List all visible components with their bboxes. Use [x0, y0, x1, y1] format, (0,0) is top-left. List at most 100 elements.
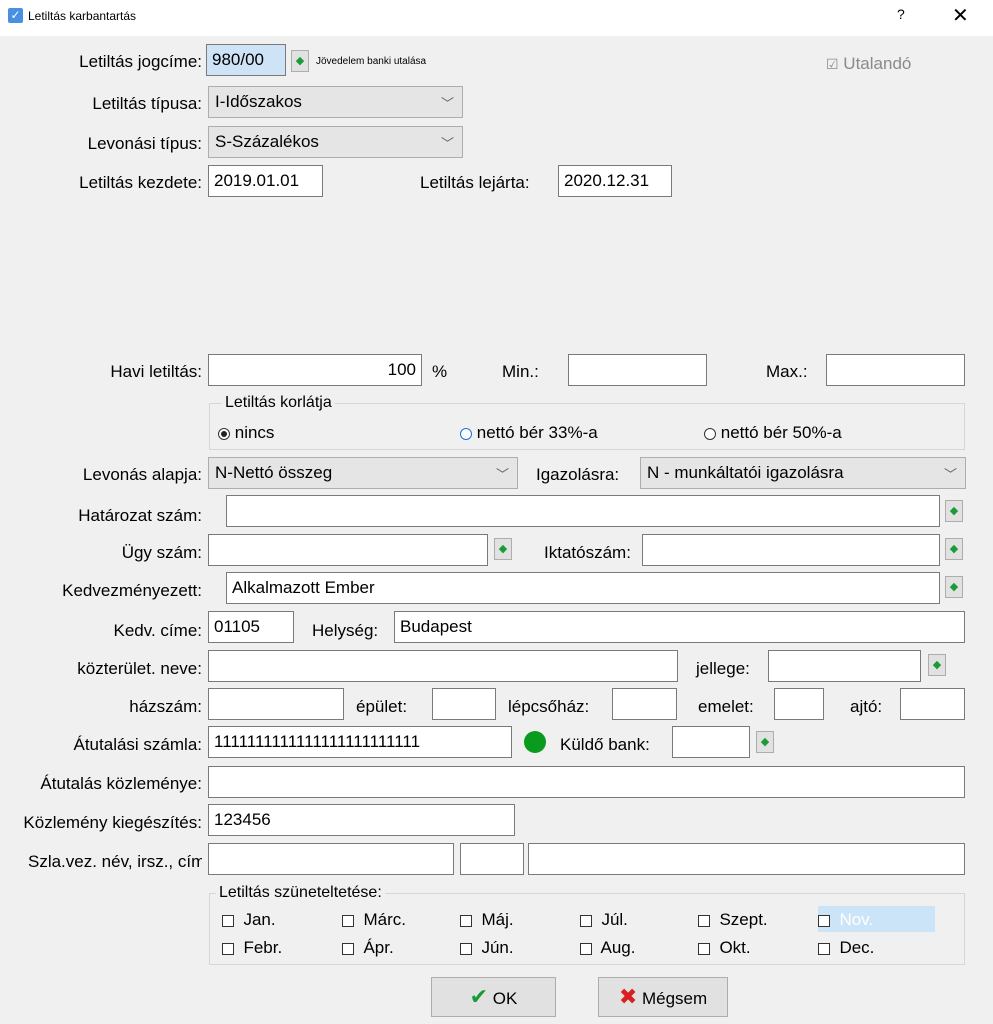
lepcsohaz-label: lépcsőház: — [508, 697, 590, 716]
month-checkbox-jan[interactable]: Jan. — [222, 910, 276, 930]
ajto-input[interactable] — [900, 688, 965, 720]
min-input[interactable] — [568, 354, 707, 386]
chevron-down-icon: ﹀ — [943, 467, 957, 482]
ok-button[interactable]: ✔ OK — [431, 977, 556, 1017]
month-checkbox-jun[interactable]: Jún. — [460, 938, 514, 958]
ugy-label: Ügy szám: — [121, 543, 202, 562]
hatarozat-lookup-button[interactable]: ◆ — [945, 500, 963, 522]
szlavez-label: Szla.vez. név, irsz., cím: — [0, 852, 202, 872]
lejarta-input[interactable]: 2020.12.31 — [558, 165, 672, 197]
tipusa-select[interactable]: I-Időszakos ﹀ — [208, 86, 463, 118]
month-label: Okt. — [719, 938, 751, 957]
month-checkbox-maj[interactable]: Máj. — [460, 910, 514, 930]
szamla-input[interactable]: 1111111111111111111111111 — [208, 726, 512, 758]
havi-unit: % — [432, 362, 448, 381]
emelet-input[interactable] — [774, 688, 824, 720]
app-check-icon: ✓ — [8, 8, 23, 23]
month-checkbox-aug[interactable]: Aug. — [580, 938, 636, 958]
jogcime-input[interactable]: 980/00 — [206, 44, 286, 76]
iktato-lookup-button[interactable]: ◆ — [945, 538, 963, 560]
alapja-select[interactable]: N-Nettó összeg ﹀ — [208, 457, 518, 489]
utalando-label: Utalandó — [843, 54, 912, 73]
szamla-label: Átutalási számla: — [73, 735, 203, 754]
kezdete-input[interactable]: 2019.01.01 — [208, 165, 323, 197]
month-checkbox-apr[interactable]: Ápr. — [342, 938, 394, 958]
jellege-input[interactable] — [768, 650, 921, 682]
radio-icon — [704, 427, 716, 440]
checkbox-icon — [818, 942, 830, 955]
kuldo-lookup-button[interactable]: ◆ — [756, 731, 774, 753]
month-label: Márc. — [363, 910, 406, 929]
helyseg-input[interactable]: Budapest — [394, 611, 965, 643]
jogcime-lookup-button[interactable]: ◆ — [291, 50, 309, 72]
month-label: Febr. — [243, 938, 283, 957]
epulet-input[interactable] — [432, 688, 496, 720]
status-dot-icon — [524, 731, 546, 753]
korlat-option-50[interactable]: nettó bér 50%-a — [704, 423, 842, 443]
chevron-down-icon: ﹀ — [440, 136, 454, 151]
month-checkbox-dec[interactable]: Dec. — [818, 938, 874, 958]
kedv-input[interactable]: Alkalmazott Ember — [226, 572, 940, 604]
ugy-input[interactable] — [208, 534, 488, 566]
month-checkbox-marc[interactable]: Márc. — [342, 910, 406, 930]
korlat-option-33[interactable]: nettó bér 33%-a — [460, 423, 598, 443]
chevron-down-icon: ﹀ — [440, 96, 454, 111]
month-checkbox-szept[interactable]: Szept. — [698, 910, 768, 930]
szlavez-address-input[interactable] — [528, 843, 965, 875]
checkbox-icon — [698, 942, 710, 955]
cancel-button[interactable]: ✖ Mégsem — [598, 977, 728, 1017]
month-label: Dec. — [839, 938, 875, 957]
utalando-checkbox[interactable]: ☑ Utalandó — [826, 54, 911, 74]
levonasi-select[interactable]: S-Százalékos ﹀ — [208, 126, 463, 158]
igazolasra-select[interactable]: N - munkáltatói igazolásra ﹀ — [640, 457, 966, 489]
igazolasra-label: Igazolásra: — [536, 465, 620, 484]
hatarozat-input[interactable] — [226, 495, 940, 527]
ugy-lookup-button[interactable]: ◆ — [494, 538, 512, 560]
help-button[interactable]: ? — [897, 6, 905, 22]
hazszam-input[interactable] — [208, 688, 344, 720]
month-checkbox-nov[interactable]: Nov. — [818, 906, 935, 932]
kedv-lookup-button[interactable]: ◆ — [945, 576, 963, 598]
emelet-label: emelet: — [698, 697, 754, 716]
x-icon: ✖ — [618, 984, 638, 1009]
szlavez-label-text: Szla.vez. név, irsz., cím: — [27, 852, 202, 871]
levonasi-label: Levonási típus: — [87, 134, 202, 153]
checkbox-icon — [222, 942, 234, 955]
kuldo-input[interactable] — [672, 726, 750, 758]
ok-label: OK — [492, 989, 518, 1008]
checkbox-checked-icon: ☑ — [826, 56, 839, 72]
kiegeszites-input[interactable]: 123456 — [208, 804, 515, 836]
max-input[interactable] — [826, 354, 965, 386]
kedvcime-label: Kedv. címe: — [113, 621, 203, 640]
month-label: Ápr. — [363, 938, 394, 957]
jogcime-description: Jövedelem banki utalása — [316, 56, 427, 67]
month-label: Nov. — [839, 910, 874, 929]
kedvcime-input[interactable]: 01105 — [208, 611, 294, 643]
month-checkbox-okt[interactable]: Okt. — [698, 938, 751, 958]
szlavez-name-input[interactable] — [208, 843, 454, 875]
szlavez-zip-input[interactable] — [460, 843, 524, 875]
korlat-option-nincs-label: nincs — [234, 423, 275, 442]
checkbox-icon — [342, 914, 354, 927]
month-label: Júl. — [601, 910, 628, 929]
kozterulet-input[interactable] — [208, 650, 678, 682]
close-icon[interactable]: ✕ — [952, 3, 969, 28]
lepcsohaz-input[interactable] — [612, 688, 677, 720]
kezdete-label: Letiltás kezdete: — [79, 173, 202, 192]
radio-selected-icon — [218, 427, 230, 440]
month-checkbox-jul[interactable]: Júl. — [580, 910, 628, 930]
havi-input[interactable]: 100 — [208, 354, 422, 386]
korlat-option-nincs[interactable]: nincs — [218, 423, 274, 443]
kuldo-label: Küldő bank: — [560, 735, 650, 754]
iktato-input[interactable] — [642, 534, 940, 566]
kozlemeny-input[interactable] — [208, 766, 965, 798]
check-icon: ✔ — [469, 984, 489, 1009]
kozlemeny-label: Átutalás közleménye: — [40, 774, 202, 793]
month-checkbox-febr[interactable]: Febr. — [222, 938, 282, 958]
helyseg-label: Helység: — [312, 621, 379, 640]
jellege-lookup-button[interactable]: ◆ — [928, 654, 946, 676]
korlat-option-50-label: nettó bér 50%-a — [720, 423, 842, 442]
kozterulet-label: közterület. neve: — [77, 659, 202, 678]
month-label: Jún. — [481, 938, 514, 957]
alapja-label: Levonás alapja: — [82, 465, 202, 484]
